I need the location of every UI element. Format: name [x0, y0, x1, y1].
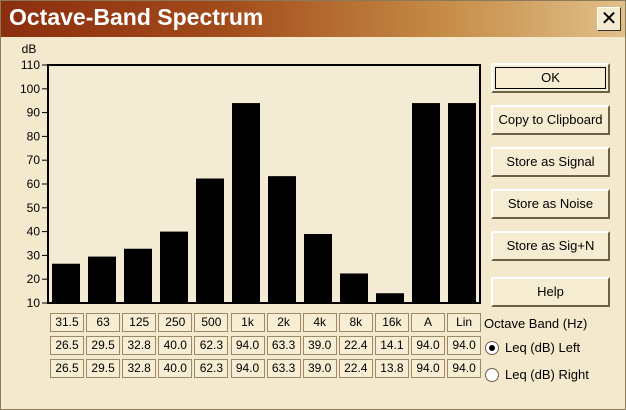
store-as-signal-button[interactable]: Store as Signal: [491, 147, 610, 177]
y-tick-label: 90: [27, 106, 41, 120]
help-button[interactable]: Help: [491, 277, 610, 307]
leq-right-cell: 62.3: [194, 359, 229, 378]
leq-right-cell: 39.0: [302, 359, 337, 378]
band-cell: 250: [158, 313, 193, 332]
leq-right-cell: 29.5: [86, 359, 121, 378]
leq-right-cell: 94.0: [230, 359, 265, 378]
title-bar[interactable]: Octave-Band Spectrum ✕: [1, 1, 625, 37]
y-axis-label: dB: [22, 42, 37, 56]
bar-250: [160, 231, 188, 303]
spectrum-chart-svg: dB 10 20 30 40 50 60 70 80 90 100 110: [20, 42, 481, 310]
spectrum-chart: dB 10 20 30 40 50 60 70 80 90 100 110: [1, 37, 481, 313]
y-tick-label: 110: [21, 58, 40, 72]
band-cell: 63: [86, 313, 121, 332]
bar-500: [196, 178, 224, 303]
band-cell: 8k: [338, 313, 373, 332]
store-as-sig-n-button[interactable]: Store as Sig+N: [491, 231, 610, 261]
bar-125: [124, 248, 152, 303]
leq-left-cell: 26.5: [50, 336, 84, 355]
leq-left-cell: 62.3: [194, 336, 229, 355]
band-cell: 31.5: [50, 313, 84, 332]
bar-A: [412, 103, 440, 303]
bar-2k: [268, 176, 296, 303]
band-cell: 2k: [266, 313, 301, 332]
y-tick-label: 80: [27, 129, 41, 143]
leq-right-cell: 26.5: [50, 359, 84, 378]
y-tick-label: 70: [27, 153, 41, 167]
band-cell: 125: [122, 313, 157, 332]
y-tick-label: 60: [27, 177, 41, 191]
leq-left-cell: 29.5: [86, 336, 121, 355]
leq-left-label: Leq (dB) Left: [505, 340, 581, 355]
bar-4k: [304, 233, 332, 303]
band-cell: 4k: [302, 313, 337, 332]
y-tick-label: 30: [27, 248, 41, 262]
leq-left-radio[interactable]: [485, 341, 499, 355]
leq-left-cell: 22.4: [338, 336, 373, 355]
leq-left-cell: 63.3: [266, 336, 301, 355]
bar-8k: [340, 273, 368, 303]
y-tick-label: 20: [27, 272, 41, 286]
leq-right-label: Leq (dB) Right: [505, 367, 589, 382]
bar-1k: [232, 103, 260, 303]
close-button[interactable]: ✕: [597, 7, 621, 31]
leq-right-cell: 22.4: [338, 359, 373, 378]
leq-left-cell: 39.0: [302, 336, 337, 355]
leq-left-cell: 14.1: [374, 336, 409, 355]
leq-right-cell: 40.0: [158, 359, 193, 378]
leq-right-cell: 94.0: [411, 359, 445, 378]
y-tick-label: 50: [27, 201, 41, 215]
leq-right-cell: 13.8: [374, 359, 409, 378]
band-cell: 500: [194, 313, 229, 332]
bar-31.5: [52, 263, 80, 303]
bar-16k: [376, 293, 404, 303]
leq-right-cell: 63.3: [266, 359, 301, 378]
octave-band-window: Octave-Band Spectrum ✕ dB 10 20 30 40 50 60 70 8…: [0, 0, 626, 410]
band-cell: 1k: [230, 313, 265, 332]
octave-band-label: Octave Band (Hz): [484, 316, 588, 331]
close-icon: ✕: [600, 6, 618, 30]
bar-63: [88, 256, 116, 303]
store-as-noise-button[interactable]: Store as Noise: [491, 189, 610, 219]
band-cell: Lin: [447, 313, 482, 332]
window-title: Octave-Band Spectrum: [9, 4, 264, 30]
ok-button[interactable]: OK: [491, 63, 610, 93]
copy-to-clipboard-button[interactable]: Copy to Clipboard: [491, 105, 610, 135]
leq-left-cell: 40.0: [158, 336, 193, 355]
leq-left-cell: 32.8: [122, 336, 157, 355]
leq-left-cell: 94.0: [411, 336, 445, 355]
y-tick-label: 100: [20, 82, 40, 96]
leq-right-radio[interactable]: [485, 368, 499, 382]
leq-right-cell: 32.8: [122, 359, 157, 378]
leq-left-cell: 94.0: [230, 336, 265, 355]
bar-Lin: [448, 103, 476, 303]
band-cell: A: [411, 313, 445, 332]
band-cell: 16k: [374, 313, 409, 332]
y-tick-label: 40: [27, 225, 41, 239]
leq-left-cell: 94.0: [447, 336, 482, 355]
y-tick-label: 10: [27, 296, 41, 310]
leq-right-cell: 94.0: [447, 359, 482, 378]
